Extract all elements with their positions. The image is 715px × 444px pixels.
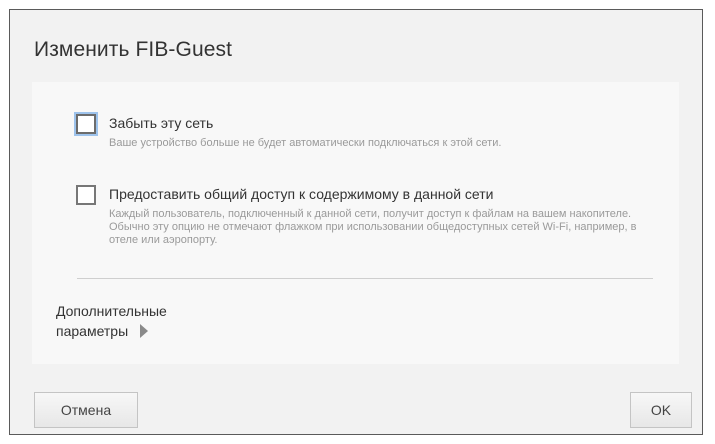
share-content-label[interactable]: Предоставить общий доступ к содержимому … — [109, 186, 493, 202]
content-divider — [77, 278, 653, 279]
share-content-checkbox[interactable] — [76, 185, 96, 205]
advanced-settings-label-line1: Дополнительные — [56, 303, 167, 319]
dialog-content-panel: Забыть эту сеть Ваше устройство больше н… — [32, 82, 679, 364]
forget-network-description: Ваше устройство больше не будет автомати… — [109, 137, 502, 149]
expand-arrow-icon — [140, 324, 149, 338]
cancel-button[interactable]: Отмена — [34, 392, 138, 428]
advanced-settings-label-line2: параметры — [56, 323, 129, 339]
edit-network-dialog: Изменить FIB-Guest Забыть эту сеть Ваше … — [9, 9, 703, 435]
ok-button[interactable]: OK — [630, 392, 692, 428]
advanced-settings-toggle[interactable]: Дополнительные параметры — [56, 301, 167, 341]
forget-network-checkbox[interactable] — [76, 114, 96, 134]
dialog-title: Изменить FIB-Guest — [34, 38, 233, 61]
share-content-description: Каждый пользователь, подключенный к данн… — [109, 208, 637, 246]
forget-network-label[interactable]: Забыть эту сеть — [109, 115, 213, 131]
